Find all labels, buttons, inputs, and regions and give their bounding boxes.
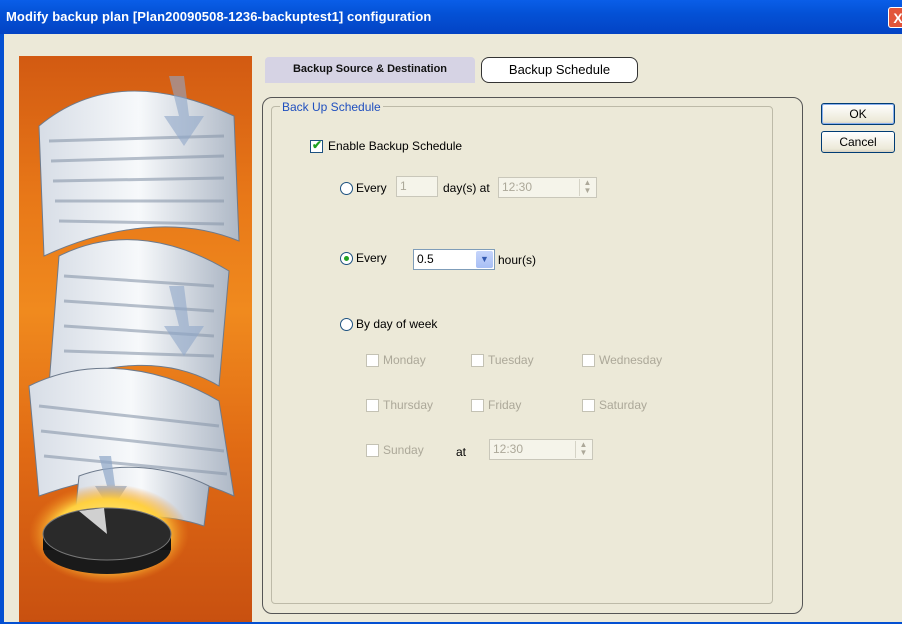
daily-time-value: 12:30 [502,180,533,194]
enable-schedule-checkbox[interactable]: ✔ [310,138,323,153]
tab-backup-schedule[interactable]: Backup Schedule [481,57,638,83]
hour-interval-value: 0.5 [417,252,434,266]
weekly-radio[interactable] [340,318,353,331]
window-title: Modify backup plan [Plan20090508-1236-ba… [6,9,432,24]
tuesday-label: Tuesday [488,353,534,367]
sunday-label: Sunday [383,443,424,457]
thursday-checkbox[interactable] [366,399,379,412]
window-frame [0,34,4,624]
daily-prefix-label: Every [356,181,387,195]
backup-illustration [19,56,252,624]
hour-interval-select[interactable]: 0.5 ▼ [413,249,495,270]
saturday-checkbox[interactable] [582,399,595,412]
wednesday-checkbox[interactable] [582,354,595,367]
days-input[interactable]: 1 [396,176,438,197]
saturday-label: Saturday [599,398,648,412]
friday-label: Friday [488,398,522,412]
wednesday-label: Wednesday [599,353,663,367]
radio-selected-icon [344,256,349,261]
weekly-at-label: at [456,445,467,459]
daily-suffix-label: day(s) at [443,181,490,195]
hourly-prefix-label: Every [356,251,387,265]
monday-checkbox[interactable] [366,354,379,367]
schedule-group-title: Back Up Schedule [280,100,383,114]
thursday-label: Thursday [383,398,434,412]
tuesday-checkbox[interactable] [471,354,484,367]
hourly-radio[interactable] [340,252,353,265]
spin-arrows-icon[interactable]: ▲ ▼ [575,441,591,458]
weekly-time-value: 12:30 [493,442,524,456]
monday-label: Monday [383,353,426,367]
weekly-label: By day of week [356,317,438,331]
spin-arrows-icon[interactable]: ▲ ▼ [579,179,595,196]
daily-time-input[interactable]: 12:30 ▲ ▼ [498,177,597,198]
close-button[interactable]: X [888,7,902,28]
title-bar: Modify backup plan [Plan20090508-1236-ba… [0,0,902,34]
weekly-time-input[interactable]: 12:30 ▲ ▼ [489,439,593,460]
tab-backup-source-destination[interactable]: Backup Source & Destination [265,57,475,83]
friday-checkbox[interactable] [471,399,484,412]
daily-radio[interactable] [340,182,353,195]
enable-schedule-label: Enable Backup Schedule [328,139,463,153]
ok-button[interactable]: OK [821,103,895,125]
chevron-down-icon[interactable]: ▼ [476,251,493,268]
check-icon: ✔ [312,138,323,152]
cancel-button[interactable]: Cancel [821,131,895,153]
hourly-suffix-label: hour(s) [498,253,537,267]
sunday-checkbox[interactable] [366,444,379,457]
